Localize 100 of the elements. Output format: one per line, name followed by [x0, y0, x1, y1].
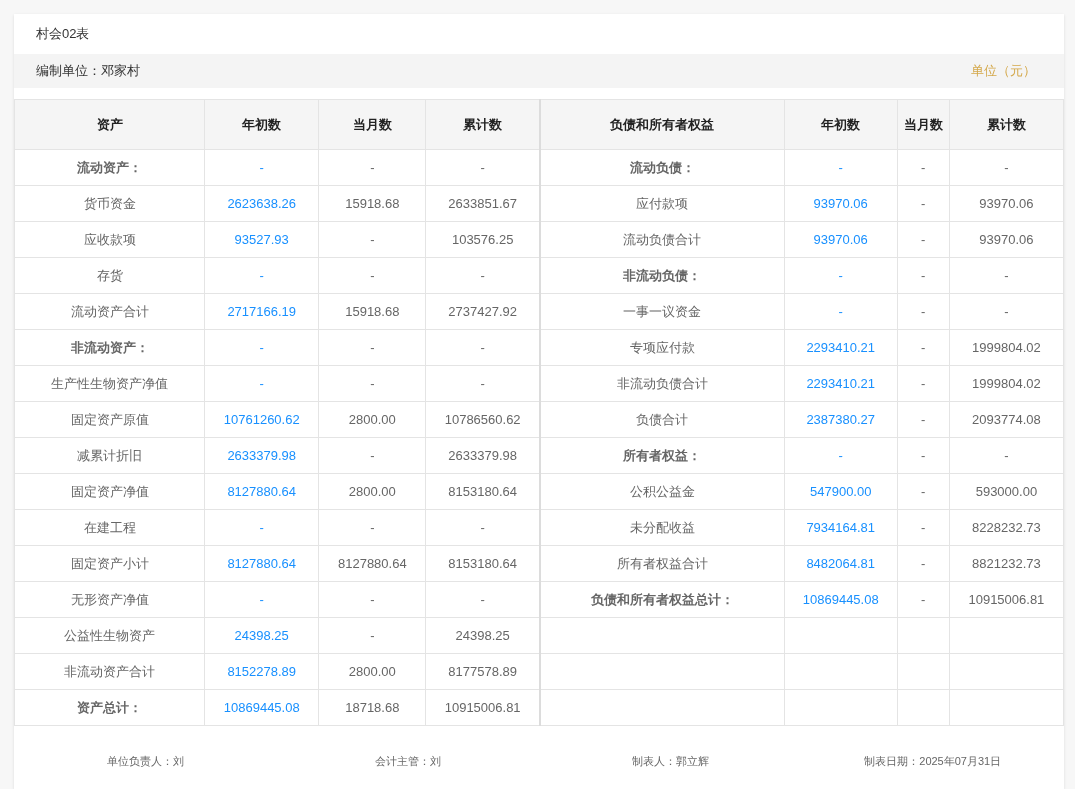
signature-field: 制表日期：2025年07月31日 — [864, 755, 1002, 767]
row-label: 货币资金 — [83, 195, 136, 211]
table-cell: 10915006.81 — [949, 581, 1064, 618]
table-cell: 2633379.98 — [425, 437, 540, 474]
compiler-label: 编制单位：邓家村 — [36, 62, 140, 81]
amount-link[interactable]: - — [259, 591, 264, 607]
row-label: 应付款项 — [636, 195, 689, 211]
table-cell: - — [425, 257, 540, 294]
row-label: 负债合计 — [636, 411, 689, 427]
amount-link[interactable]: - — [838, 159, 843, 175]
table-cell: 2633851.67 — [425, 185, 540, 222]
row-label: 非流动负债合计 — [616, 375, 708, 391]
table-cell: - — [318, 221, 426, 258]
table-cell: 2737427.92 — [425, 293, 540, 330]
table-cell: - — [897, 437, 950, 474]
row-label: 所有者权益： — [623, 447, 702, 463]
table-cell: - — [897, 545, 950, 582]
table-cell: - — [949, 149, 1064, 186]
row-label: 负债和所有者权益总计： — [590, 591, 734, 607]
table-cell: - — [425, 365, 540, 402]
table-cell: - — [425, 581, 540, 618]
table-cell: - — [318, 257, 426, 294]
table-cell: 8821232.73 — [949, 545, 1064, 582]
column-header: 负债和所有者权益 — [539, 99, 785, 150]
amount-link[interactable]: - — [838, 303, 843, 319]
row-label: 存货 — [96, 267, 123, 283]
row-label: 应收款项 — [83, 231, 136, 247]
table-cell: 2093774.08 — [949, 401, 1064, 438]
row-label: 公积公益金 — [629, 483, 695, 499]
table-cell: 10915006.81 — [425, 689, 540, 726]
table-cell: - — [897, 401, 950, 438]
amount-link[interactable]: - — [838, 267, 843, 283]
table-cell: 8153180.64 — [425, 545, 540, 582]
row-label: 固定资产小计 — [70, 555, 149, 571]
table-cell: 103576.25 — [425, 221, 540, 258]
table-cell: 93970.06 — [949, 221, 1064, 258]
signature-field: 制表人：郭立辉 — [631, 755, 709, 767]
table-cell: 8177578.89 — [425, 653, 540, 690]
amount-link[interactable]: - — [838, 447, 843, 463]
column-header: 当月数 — [897, 99, 950, 150]
amount-link[interactable]: - — [259, 519, 264, 535]
table-cell: 15918.68 — [318, 185, 426, 222]
row-label: 固定资产净值 — [70, 483, 149, 499]
row-label: 流动负债合计 — [623, 231, 702, 247]
row-label: 在建工程 — [83, 519, 136, 535]
table-cell: - — [318, 509, 426, 546]
table-cell: 2800.00 — [318, 473, 426, 510]
row-label: 非流动资产合计 — [64, 663, 156, 679]
table-cell: - — [318, 581, 426, 618]
row-label: 流动资产合计 — [70, 303, 149, 319]
row-label: 所有者权益合计 — [616, 555, 708, 571]
table-cell: - — [318, 617, 426, 654]
row-label: 非流动资产： — [70, 339, 149, 355]
table-cell: - — [949, 437, 1064, 474]
currency-unit: 单位（元） — [971, 62, 1036, 81]
table-cell: - — [425, 149, 540, 186]
row-label: 公益性生物资产 — [64, 627, 156, 643]
amount-link[interactable]: - — [259, 375, 264, 391]
form-code: 村会02表 — [36, 25, 90, 44]
table-cell: - — [897, 473, 950, 510]
table-cell: 2800.00 — [318, 653, 426, 690]
amount-link[interactable]: - — [259, 339, 264, 355]
column-header: 累计数 — [425, 99, 540, 150]
table-cell: - — [897, 257, 950, 294]
column-header: 资产 — [14, 99, 205, 150]
table-cell: - — [949, 293, 1064, 330]
table-cell: - — [897, 221, 950, 258]
table-cell: 93970.06 — [949, 185, 1064, 222]
row-label: 固定资产原值 — [70, 411, 149, 427]
table-cell: 24398.25 — [425, 617, 540, 654]
table-cell: 10786560.62 — [425, 401, 540, 438]
table-cell: - — [897, 293, 950, 330]
table-cell: 18718.68 — [318, 689, 426, 726]
table-cell: - — [897, 365, 950, 402]
table-cell: 2800.00 — [318, 401, 426, 438]
table-cell: - — [318, 329, 426, 366]
table-cell: 8127880.64 — [318, 545, 426, 582]
table-cell: 15918.68 — [318, 293, 426, 330]
table-cell: - — [318, 365, 426, 402]
table-cell: 1999804.02 — [949, 365, 1064, 402]
table-cell: 1999804.02 — [949, 329, 1064, 366]
row-label: 生产性生物资产净值 — [51, 375, 169, 391]
amount-link[interactable]: - — [259, 267, 264, 283]
row-label: 一事一议资金 — [623, 303, 702, 319]
amount-link[interactable]: - — [259, 159, 264, 175]
table-cell: 8228232.73 — [949, 509, 1064, 546]
row-label: 未分配收益 — [629, 519, 695, 535]
column-header: 年初数 — [204, 99, 319, 150]
table-cell: - — [897, 581, 950, 618]
row-label: 无形资产净值 — [70, 591, 149, 607]
row-label: 资产总计： — [77, 699, 143, 715]
table-cell: - — [949, 257, 1064, 294]
row-label: 流动负债： — [629, 159, 695, 175]
row-label: 非流动负债： — [623, 267, 702, 283]
table-cell: 8153180.64 — [425, 473, 540, 510]
column-header: 累计数 — [949, 99, 1064, 150]
row-label: 专项应付款 — [629, 339, 695, 355]
table-cell: - — [425, 509, 540, 546]
table-cell: - — [318, 149, 426, 186]
column-header: 当月数 — [318, 99, 426, 150]
